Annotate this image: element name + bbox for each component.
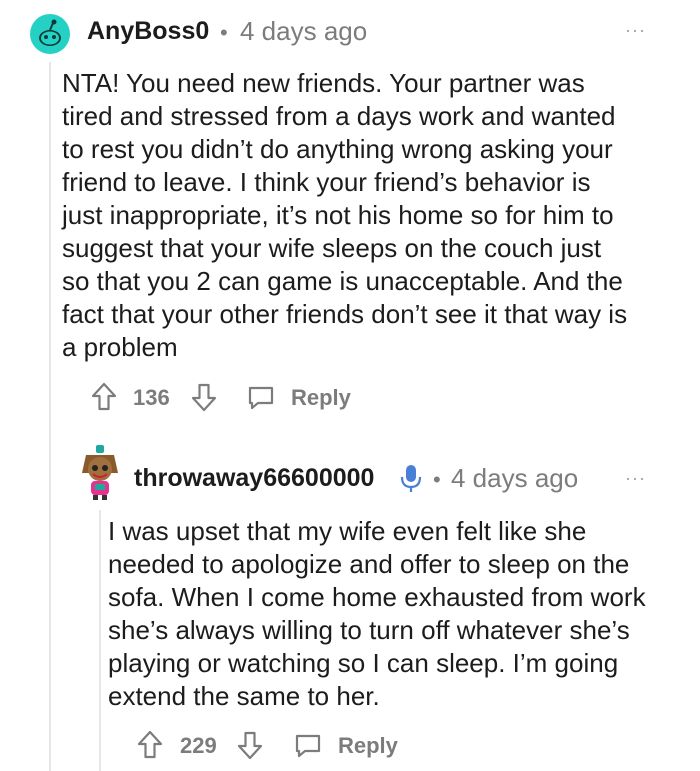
upvote-button[interactable] xyxy=(90,381,118,413)
comment-bubble-icon xyxy=(248,386,274,410)
more-options-icon[interactable]: ··· xyxy=(625,20,646,41)
reply-button[interactable]: Reply xyxy=(246,382,356,414)
downvote-button[interactable] xyxy=(190,381,218,413)
downvote-arrow-icon xyxy=(237,731,263,760)
comment-username[interactable]: AnyBoss0 xyxy=(87,17,209,46)
avatar[interactable] xyxy=(78,443,122,501)
thread-line[interactable] xyxy=(99,510,101,771)
vote-count: 136 xyxy=(133,385,170,410)
microphone-icon xyxy=(399,463,423,493)
comment-username[interactable]: throwaway66600000 xyxy=(134,464,374,493)
reply-label: Reply xyxy=(291,385,351,410)
comment-body: I was upset that my wife even felt like … xyxy=(108,516,646,711)
meta-separator: • xyxy=(220,20,228,45)
upvote-arrow-icon xyxy=(137,730,163,759)
more-options-icon[interactable]: ··· xyxy=(625,468,646,489)
vote-count: 229 xyxy=(180,733,217,758)
upvote-arrow-icon xyxy=(91,382,117,411)
snoo-avatar-icon xyxy=(82,445,118,500)
reply-button[interactable]: Reply xyxy=(293,730,403,762)
thread-line[interactable] xyxy=(49,62,51,771)
snoo-avatar-icon xyxy=(39,19,61,46)
comment-bubble-icon xyxy=(295,734,321,758)
avatar[interactable] xyxy=(30,14,70,54)
comment-timestamp[interactable]: 4 days ago xyxy=(451,463,578,494)
comment-body: NTA! You need new friends. Your partner … xyxy=(62,68,628,362)
reply-label: Reply xyxy=(338,733,398,758)
downvote-button[interactable] xyxy=(236,729,264,761)
upvote-button[interactable] xyxy=(136,729,164,761)
comment-timestamp[interactable]: 4 days ago xyxy=(240,16,367,47)
meta-separator: • xyxy=(433,467,441,492)
downvote-arrow-icon xyxy=(191,383,217,412)
